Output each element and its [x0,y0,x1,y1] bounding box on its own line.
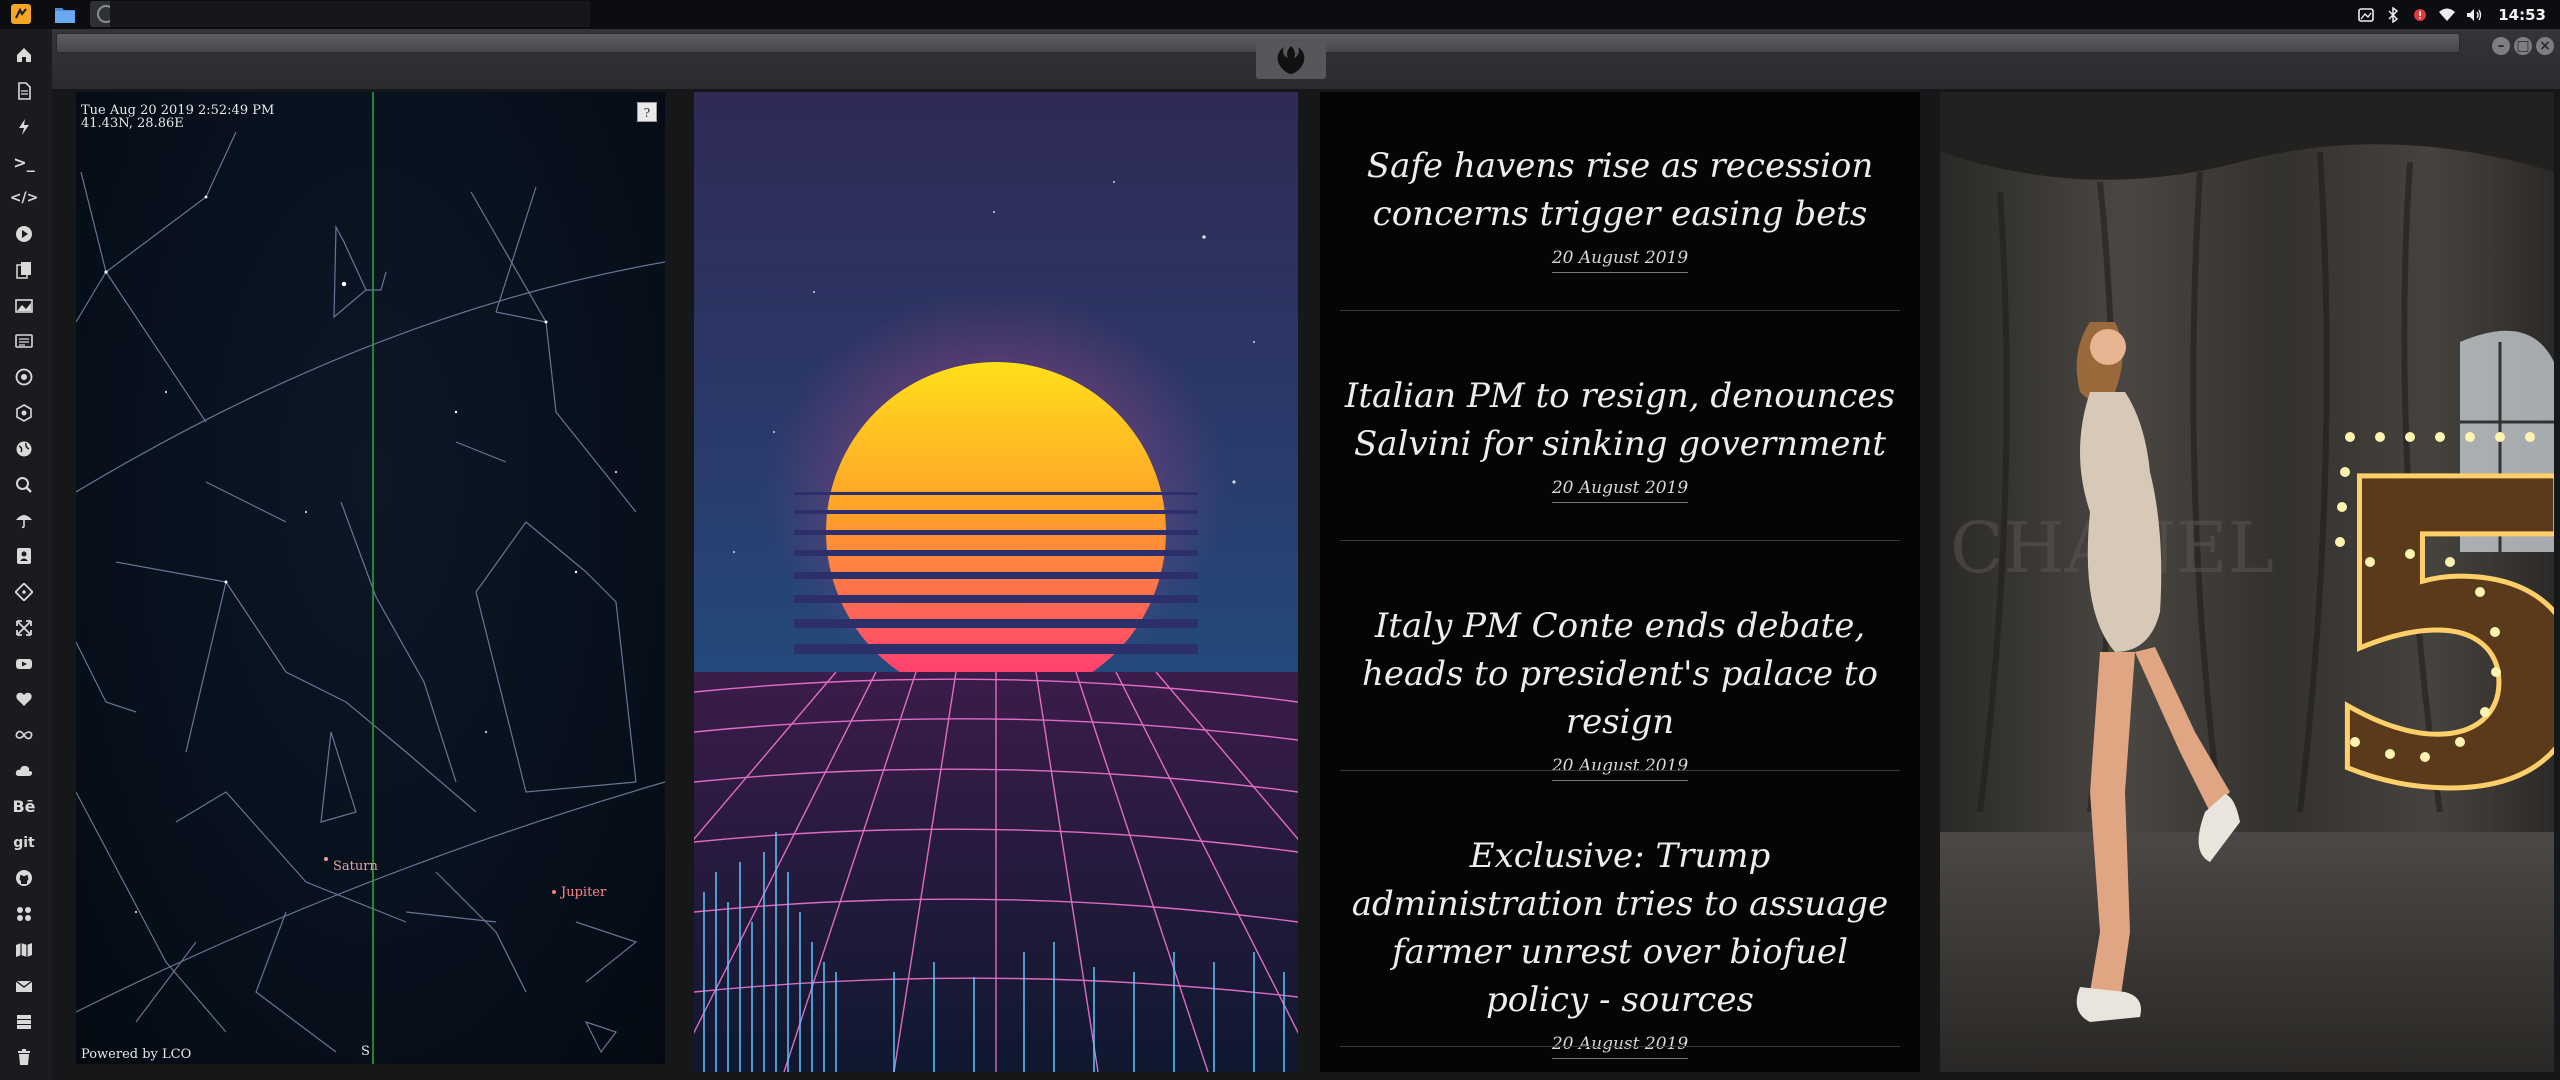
app-launcher-icon[interactable] [4,1,38,27]
news-date: 20 August 2019 [1551,478,1689,503]
aperture-icon[interactable] [10,363,38,391]
settings-icon[interactable] [10,399,38,427]
umbrella-icon[interactable] [10,506,38,534]
bluetooth-icon[interactable] [2384,6,2402,24]
news-date: 20 August 2019 [1551,248,1689,273]
maximize-button[interactable]: □ [2514,37,2532,55]
window-titlebar: – □ × [52,29,2560,89]
marquee-number: 5 [2315,393,2554,882]
search-icon[interactable] [10,471,38,499]
globe-icon[interactable] [10,435,38,463]
constellation-map [76,92,665,1064]
server-icon[interactable] [10,1008,38,1036]
code-icon[interactable]: </> [10,184,39,212]
taskbar [110,1,590,27]
saturn-label: Saturn [333,859,378,874]
news-title[interactable]: Italian PM to resign, denounces Salvini … [1340,372,1900,468]
document-icon[interactable] [10,77,38,105]
network-icon[interactable] [10,900,38,928]
sky-map-panel[interactable]: Tue Aug 20 2019 2:52:49 PM 41.43N, 28.86… [76,92,665,1064]
system-tray: 14:53 [2357,0,2560,29]
compass-label: S [361,1044,370,1059]
news-item[interactable]: Italian PM to resign, denounces Salvini … [1340,372,1900,503]
news-divider [1340,1046,1900,1047]
fashion-photo: CHANEL 5 [1940,92,2554,1072]
image-icon[interactable] [10,292,38,320]
bolt-icon[interactable] [10,113,38,141]
news-divider [1340,540,1900,541]
play-icon[interactable] [10,220,38,248]
news-title[interactable]: Exclusive: Trump administration tries to… [1340,832,1900,1024]
sky-credit: Powered by LCO [81,1047,192,1062]
rebel-alliance-icon [1277,46,1305,74]
news-panel: Safe havens rise as recession concerns t… [1320,92,1920,1072]
git-text-icon[interactable]: git [10,829,38,857]
minimize-button[interactable]: – [2492,37,2510,55]
system-top-bar: 14:53 [0,0,2560,29]
news-title[interactable]: Safe havens rise as recession concerns t… [1340,142,1900,238]
trash-icon[interactable] [10,1043,38,1071]
home-tab[interactable] [1256,41,1326,79]
news-divider [1340,310,1900,311]
news-item[interactable]: Exclusive: Trump administration tries to… [1340,832,1900,1059]
behance-icon[interactable]: Bē [10,793,38,821]
map-icon[interactable] [10,936,38,964]
close-button[interactable]: × [2536,37,2554,55]
news-item[interactable]: Safe havens rise as recession concerns t… [1340,142,1900,273]
dock: >_ </> Bē git [0,29,48,1080]
heart-icon[interactable] [10,685,38,713]
home-icon[interactable] [10,41,38,69]
news-divider [1340,770,1900,771]
news-title[interactable]: Italy PM Conte ends debate, heads to pre… [1340,602,1900,746]
news-item[interactable]: Italy PM Conte ends debate, heads to pre… [1340,602,1900,781]
synthwave-art [694,181,1298,1072]
terminal-icon[interactable]: >_ [10,148,38,176]
files-icon[interactable] [10,256,38,284]
photo-panel: CHANEL 5 [1940,92,2554,1072]
wifi-icon[interactable] [2438,6,2456,24]
volume-icon[interactable] [2465,6,2483,24]
expand-icon[interactable] [10,614,38,642]
git-icon[interactable] [10,578,38,606]
infinity-icon[interactable] [10,721,38,749]
github-icon[interactable] [10,864,38,892]
synthwave-wallpaper-panel [694,92,1298,1072]
youtube-icon[interactable] [10,650,38,678]
mail-icon[interactable] [10,972,38,1000]
clock[interactable]: 14:53 [2498,6,2546,24]
contact-icon[interactable] [10,542,38,570]
alert-icon[interactable] [2411,6,2429,24]
news-icon[interactable] [10,327,38,355]
screenshot-icon[interactable] [2357,6,2375,24]
news-date: 20 August 2019 [1551,756,1689,781]
cloud-icon[interactable] [10,757,38,785]
files-icon[interactable] [48,1,82,27]
jupiter-label: Jupiter [561,885,607,900]
